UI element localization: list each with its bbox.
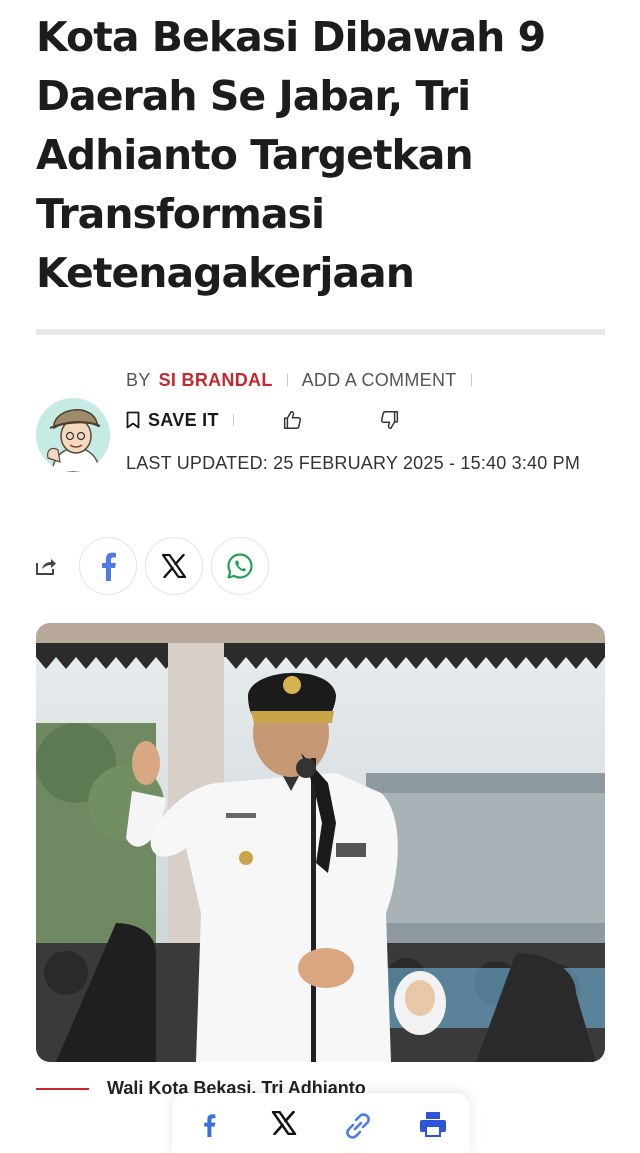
share-bar-link[interactable] <box>338 1111 378 1141</box>
byline-separator <box>286 374 288 386</box>
title-divider <box>36 329 605 335</box>
thumbs-down-icon <box>380 411 398 429</box>
bookmark-icon <box>126 411 140 429</box>
article-title: Kota Bekasi Dibawah 9 Daerah Se Jabar, T… <box>36 13 546 297</box>
share-facebook-button[interactable] <box>79 537 137 595</box>
like-button[interactable] <box>278 406 306 434</box>
add-comment-link[interactable]: ADD A COMMENT <box>302 370 457 391</box>
x-icon <box>161 554 187 578</box>
caption-accent <box>36 1088 89 1090</box>
share-x-button[interactable] <box>145 537 203 595</box>
share-icon[interactable] <box>34 554 58 578</box>
facebook-icon <box>204 1114 216 1137</box>
floating-share-bar <box>172 1093 470 1153</box>
article-photo[interactable] <box>36 623 605 1062</box>
link-icon <box>346 1113 371 1139</box>
save-button[interactable]: SAVE IT <box>126 410 219 431</box>
dislike-button[interactable] <box>376 406 404 434</box>
save-label: SAVE IT <box>148 409 219 430</box>
print-icon <box>419 1112 446 1137</box>
whatsapp-icon <box>227 553 253 579</box>
share-bar-print[interactable] <box>413 1111 453 1141</box>
facebook-icon <box>102 552 116 581</box>
share-bar-facebook[interactable] <box>189 1111 229 1141</box>
thumbs-up-icon <box>283 411 301 429</box>
article-actions: SAVE IT <box>126 406 404 434</box>
author-link[interactable]: SI BRANDAL <box>159 370 273 391</box>
by-label: BY <box>126 369 151 390</box>
byline: BY SI BRANDAL ADD A COMMENT <box>126 368 486 392</box>
author-avatar[interactable] <box>36 398 110 472</box>
x-icon <box>271 1111 296 1135</box>
byline-separator <box>470 374 472 386</box>
share-whatsapp-button[interactable] <box>211 537 269 595</box>
share-bar-x[interactable] <box>264 1111 304 1141</box>
last-updated: LAST UPDATED: 25 FEBRUARY 2025 - 15:40 3… <box>126 453 581 473</box>
actions-separator <box>232 414 234 426</box>
